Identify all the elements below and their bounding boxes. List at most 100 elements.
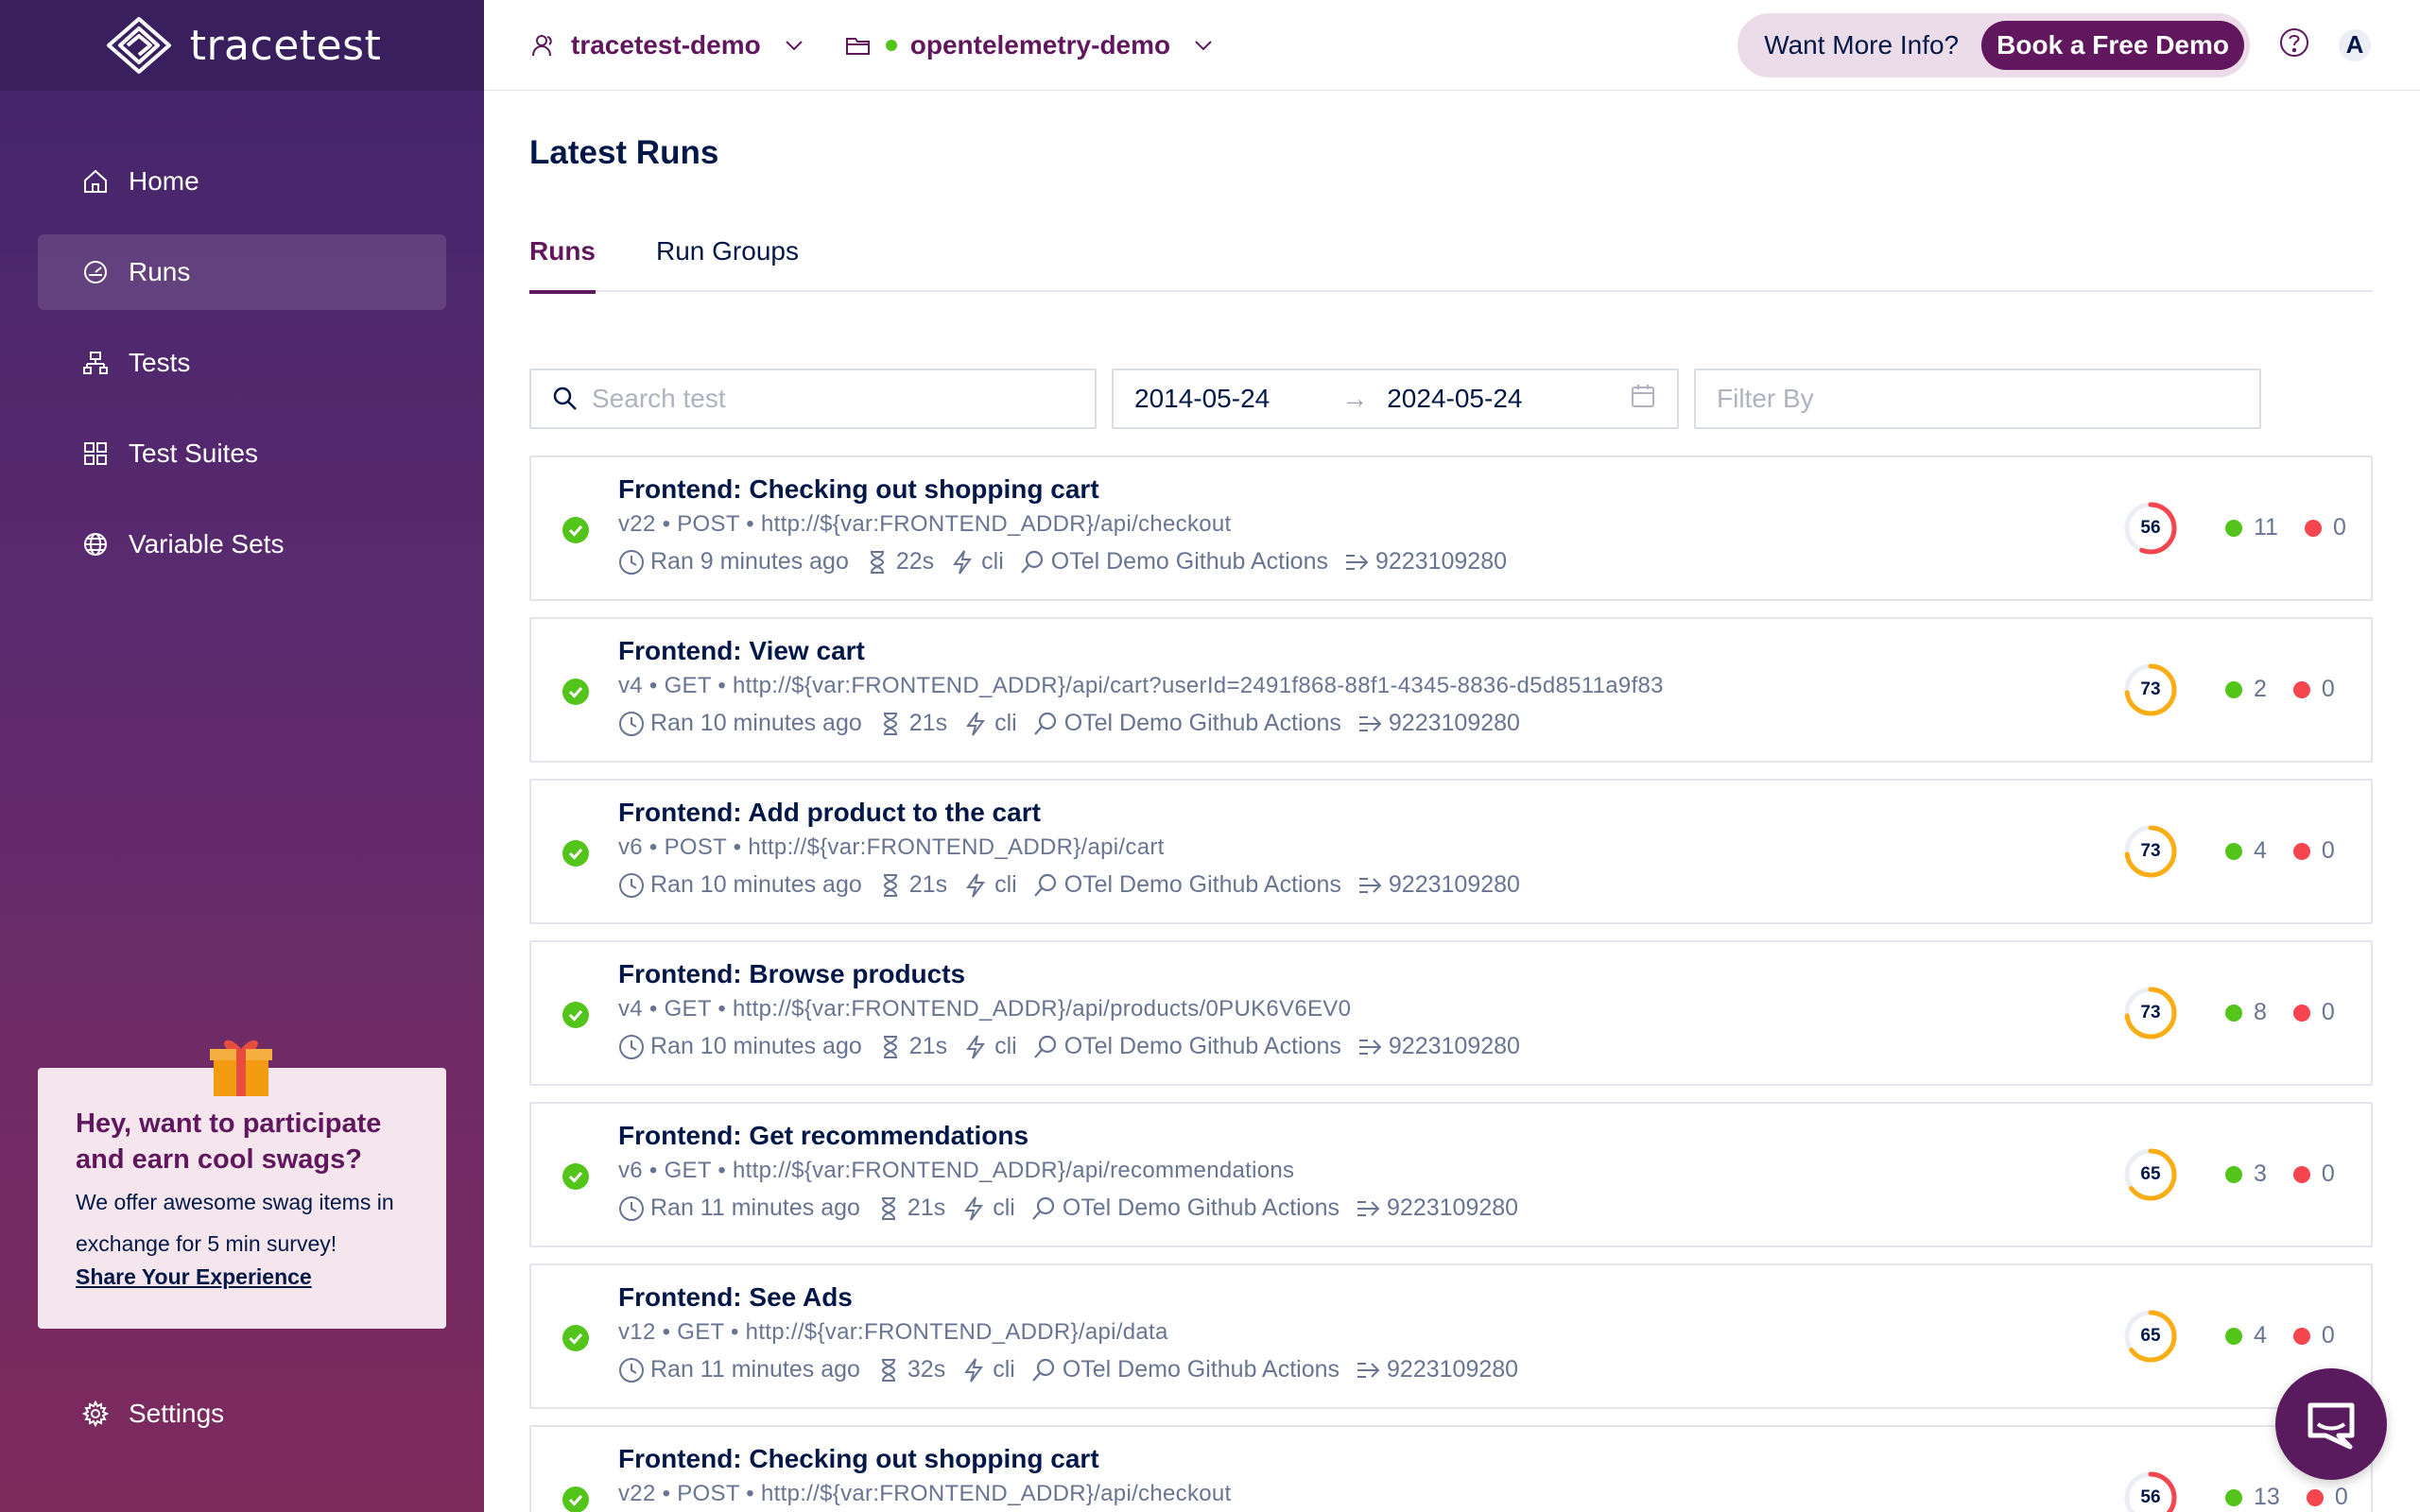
run-info: Ran 11 minutes ago 21s cli OTel Demo Git… bbox=[618, 1194, 1533, 1222]
passed-count: 2 bbox=[2225, 676, 2267, 703]
top-header: tracetest-demo opentelemetry-demo Want M… bbox=[484, 0, 2420, 91]
sidebar-item-settings[interactable]: Settings bbox=[81, 1399, 224, 1429]
branch-icon bbox=[1345, 554, 1369, 570]
run-info: Ran 10 minutes ago 21s cli OTel Demo Git… bbox=[618, 871, 1535, 899]
sidebar-item-variable-sets[interactable]: Variable Sets bbox=[38, 507, 446, 582]
suites-icon bbox=[81, 439, 110, 468]
clock-icon bbox=[619, 711, 644, 736]
run-title: Frontend: Checking out shopping cart bbox=[618, 1444, 1099, 1473]
check-circle-icon bbox=[562, 1486, 589, 1512]
avatar[interactable]: A bbox=[2339, 28, 2371, 61]
failed-value: 0 bbox=[2321, 1322, 2335, 1349]
search-input[interactable] bbox=[592, 384, 1080, 414]
run-source-label: OTel Demo Github Actions bbox=[1062, 1194, 1340, 1221]
run-duration: 21s bbox=[877, 710, 947, 737]
lightning-icon bbox=[966, 1034, 986, 1059]
failed-count: 0 bbox=[2292, 999, 2335, 1026]
run-card[interactable]: Frontend: Browse products v4 • GET • htt… bbox=[529, 940, 2373, 1086]
score-value: 73 bbox=[2140, 841, 2161, 861]
run-source-label: OTel Demo Github Actions bbox=[1063, 871, 1341, 898]
tracetest-logo-icon bbox=[106, 17, 171, 74]
search-field bbox=[529, 369, 1097, 429]
passed-value: 4 bbox=[2254, 1322, 2267, 1349]
score-value: 56 bbox=[2140, 1487, 2161, 1507]
book-demo-button[interactable]: Book a Free Demo bbox=[1981, 20, 2244, 70]
run-card[interactable]: Frontend: Add product to the cart v6 • P… bbox=[529, 779, 2373, 924]
run-duration: 21s bbox=[875, 1194, 945, 1222]
run-duration-label: 21s bbox=[908, 710, 948, 736]
score-ring: 65 bbox=[2123, 1147, 2178, 1202]
clock-icon bbox=[619, 549, 644, 575]
run-source-label: OTel Demo Github Actions bbox=[1063, 1033, 1341, 1059]
run-duration: 22s bbox=[864, 548, 934, 576]
date-range-picker[interactable]: 2014-05-24 → 2024-05-24 bbox=[1112, 369, 1679, 429]
run-card[interactable]: Frontend: See Ads v12 • GET • http://${v… bbox=[529, 1263, 2373, 1409]
search-icon bbox=[1020, 550, 1043, 574]
run-duration: 21s bbox=[877, 1033, 947, 1060]
env-switcher[interactable]: opentelemetry-demo bbox=[844, 30, 1216, 60]
org-switcher[interactable]: tracetest-demo bbox=[529, 30, 806, 60]
run-trigger-label: cli bbox=[981, 548, 1004, 575]
pass-dot bbox=[2225, 1327, 2242, 1345]
run-group: 9223109280 bbox=[1357, 710, 1520, 737]
passed-count: 8 bbox=[2225, 999, 2267, 1026]
run-card[interactable]: Frontend: Get recommendations v6 • GET •… bbox=[529, 1102, 2373, 1247]
run-time: Ran 11 minutes ago bbox=[618, 1194, 860, 1222]
env-status-dot bbox=[885, 39, 897, 51]
pass-dot bbox=[2225, 1004, 2242, 1022]
run-title: Frontend: Get recommendations bbox=[618, 1121, 1029, 1150]
score-ring: 56 bbox=[2123, 1470, 2178, 1512]
sidebar-item-tests[interactable]: Tests bbox=[38, 325, 446, 401]
search-icon bbox=[1032, 1196, 1054, 1220]
tab-runs[interactable]: Runs bbox=[529, 232, 596, 294]
failed-value: 0 bbox=[2332, 514, 2346, 541]
run-trigger: cli bbox=[962, 871, 1017, 899]
run-trigger-label: cli bbox=[994, 1033, 1017, 1059]
run-duration-label: 22s bbox=[895, 548, 935, 575]
help-icon[interactable] bbox=[2278, 26, 2310, 63]
passed-count: 4 bbox=[2225, 837, 2267, 865]
run-card[interactable]: Frontend: View cart v4 • GET • http://${… bbox=[529, 617, 2373, 763]
fail-dot bbox=[2292, 1004, 2310, 1022]
want-info-text: Want More Info? bbox=[1764, 29, 1960, 60]
clock-icon bbox=[619, 1357, 644, 1383]
run-meta: v6 • POST • http://${var:FRONTEND_ADDR}/… bbox=[618, 834, 1165, 860]
score-value: 56 bbox=[2140, 518, 2161, 538]
env-name: opentelemetry-demo bbox=[909, 29, 1171, 60]
runs-list: Frontend: Checking out shopping cart v22… bbox=[529, 455, 2373, 1512]
gift-icon bbox=[210, 1040, 272, 1096]
org-name: tracetest-demo bbox=[571, 29, 761, 60]
run-card[interactable]: Frontend: Checking out shopping cart v22… bbox=[529, 1425, 2373, 1512]
run-title: Frontend: See Ads bbox=[618, 1282, 853, 1312]
sidebar-item-test-suites[interactable]: Test Suites bbox=[38, 416, 446, 491]
sidebar-item-runs[interactable]: Runs bbox=[38, 234, 446, 310]
run-title: Frontend: Add product to the cart bbox=[618, 798, 1041, 827]
filter-input[interactable] bbox=[1717, 384, 2205, 414]
check-circle-icon bbox=[562, 517, 589, 543]
passed-value: 8 bbox=[2254, 999, 2267, 1025]
run-card[interactable]: Frontend: Checking out shopping cart v22… bbox=[529, 455, 2373, 601]
failed-count: 0 bbox=[2292, 1160, 2335, 1188]
score-value: 73 bbox=[2140, 679, 2161, 699]
run-trigger: cli bbox=[962, 1033, 1017, 1060]
passed-count: 11 bbox=[2225, 514, 2278, 541]
main-content: Latest Runs Runs Run Groups 2014-05-24 →… bbox=[529, 91, 2373, 1512]
run-source: OTel Demo Github Actions bbox=[1032, 710, 1341, 737]
assertion-counts: 11 0 bbox=[2225, 514, 2373, 541]
arrow-right-icon: → bbox=[1341, 384, 1369, 413]
hourglass-icon bbox=[883, 712, 897, 735]
share-experience-link[interactable]: Share Your Experience bbox=[76, 1264, 408, 1290]
run-id-label: 9223109280 bbox=[1374, 548, 1508, 575]
run-source: OTel Demo Github Actions bbox=[1019, 548, 1328, 576]
run-id-label: 9223109280 bbox=[1387, 1356, 1519, 1383]
assertion-counts: 3 0 bbox=[2225, 1160, 2361, 1188]
tab-run-groups[interactable]: Run Groups bbox=[656, 232, 799, 292]
run-time-label: Ran 11 minutes ago bbox=[650, 1356, 860, 1383]
date-from: 2014-05-24 bbox=[1134, 384, 1270, 413]
sidebar-item-home[interactable]: Home bbox=[38, 144, 446, 219]
run-title: Frontend: Checking out shopping cart bbox=[618, 474, 1099, 504]
gear-icon bbox=[81, 1400, 110, 1428]
chat-button[interactable] bbox=[2275, 1368, 2387, 1480]
date-to: 2024-05-24 bbox=[1387, 384, 1523, 413]
branch-icon bbox=[1357, 1200, 1380, 1216]
